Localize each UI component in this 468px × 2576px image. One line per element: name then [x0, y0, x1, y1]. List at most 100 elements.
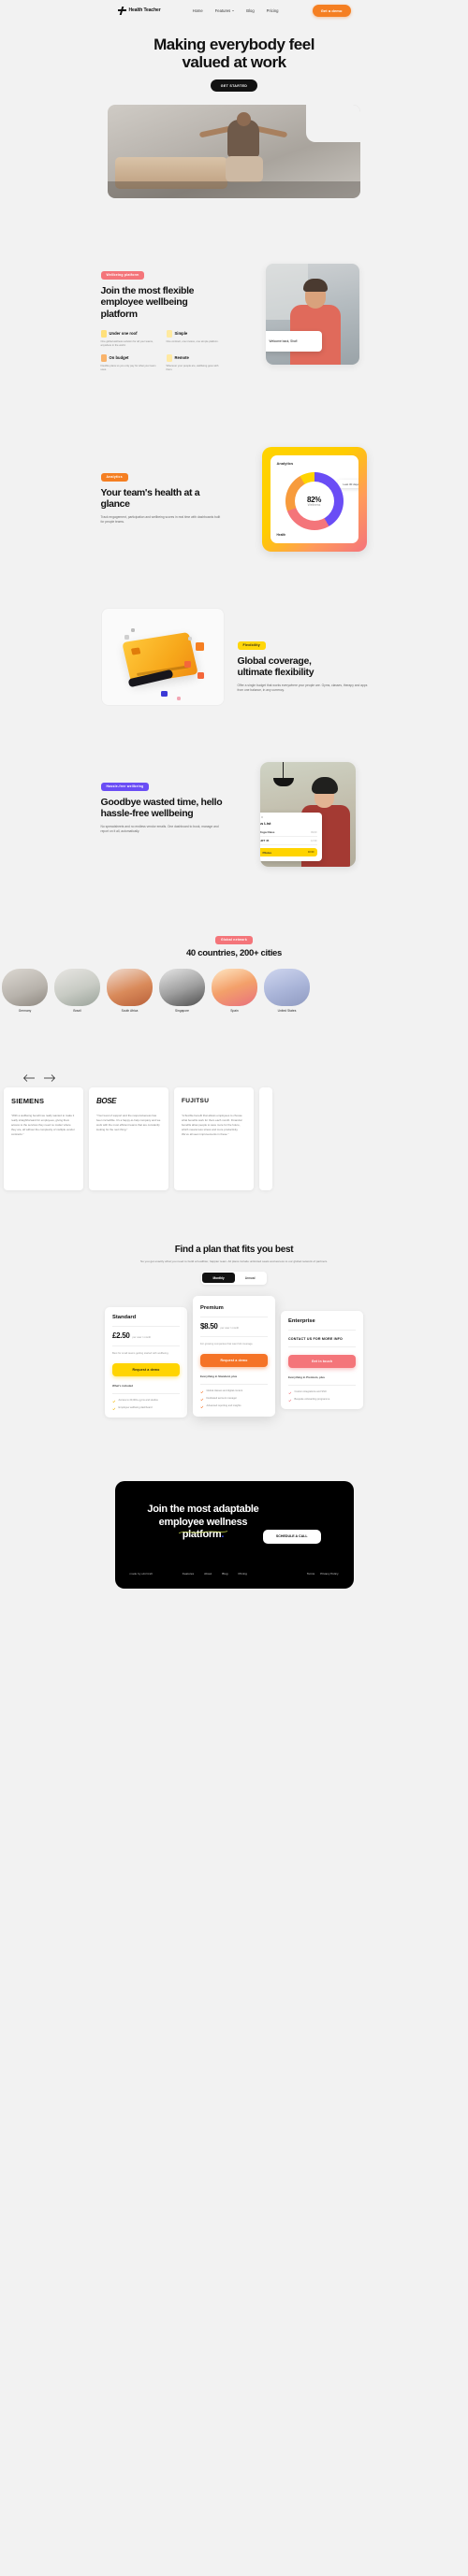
country-item[interactable]: United States: [264, 968, 310, 1013]
country-name: Singapore: [174, 1008, 190, 1013]
plan-feature-text: Bespoke onboarding programme: [294, 1398, 330, 1402]
country-photo: [54, 968, 100, 1006]
nav-item-home[interactable]: Home: [193, 8, 203, 13]
site-header: Health Teacher Home Features Blog Pricin…: [101, 0, 368, 21]
analytics-card-title: Analytics: [276, 461, 294, 467]
pricing-section: Find a plan that fits you best So you ge…: [0, 1245, 468, 1285]
nav-item-features[interactable]: Features: [215, 8, 235, 13]
footer-link-features[interactable]: Features: [183, 1572, 194, 1576]
footer-link-terms[interactable]: Terms: [307, 1572, 314, 1576]
analytics-body: Track engagement, participation and well…: [100, 514, 221, 525]
testimonial-card: FUJITSU "A flexible benefit that allows …: [174, 1087, 254, 1190]
plan-price-row: £2.50 per user / month: [112, 1331, 180, 1340]
analytics-card-footer: Health: [276, 533, 286, 538]
plan-includes-label: Everything in Premium, plus: [288, 1374, 326, 1379]
country-list: Germany Brazil South Africa Singapore Sp…: [0, 968, 468, 1013]
plan-feature-text: Access to 20,000+ gyms and studios: [118, 1399, 158, 1403]
footer-link-privacy[interactable]: Privacy Policy: [320, 1572, 338, 1576]
class-row-selected[interactable]: Pilates 18:00: [259, 848, 317, 857]
nav-item-blog[interactable]: Blog: [246, 8, 254, 13]
countries-title: 40 countries, 200+ cities: [185, 947, 283, 958]
toggle-monthly[interactable]: Monthly: [202, 1273, 235, 1284]
nav-label: Pricing: [266, 7, 279, 13]
class-row[interactable]: Yoga Class 09:00: [259, 828, 317, 838]
bookmark-icon: [166, 329, 172, 338]
hero-image-notch: [305, 105, 360, 143]
analytics-card: Analytics Last 30 days 82% Wellness Heal…: [261, 447, 367, 553]
country-item[interactable]: Brazil: [54, 968, 100, 1013]
billing-period-toggle[interactable]: Monthly Annual: [200, 1271, 268, 1285]
country-item[interactable]: South Africa: [107, 968, 153, 1013]
plan-cta-enterprise[interactable]: Get in touch: [288, 1354, 356, 1368]
nav-label: Blog: [246, 7, 255, 13]
plan-feature-text: Advanced reporting and insights: [206, 1404, 241, 1408]
country-name: South Africa: [121, 1008, 139, 1013]
divider: [112, 1392, 180, 1394]
company-logo: BOSE: [96, 1096, 161, 1107]
plan-cta-standard[interactable]: Request a demo: [112, 1362, 180, 1376]
class-time: 12:30: [311, 839, 317, 842]
brand-logo[interactable]: Health Teacher: [117, 7, 161, 15]
countries-badge: Global network: [215, 935, 253, 944]
flexibility-body: Offer a single budget that works everywh…: [237, 683, 368, 693]
country-item[interactable]: Singapore: [159, 968, 205, 1013]
class-list-title: Class List: [259, 821, 271, 827]
divider: [200, 1336, 268, 1337]
pricing-plans: Standard £2.50 per user / month Best for…: [0, 1295, 468, 1418]
carousel-prev-button[interactable]: [22, 1071, 36, 1082]
footer-link-blog[interactable]: Blog: [222, 1572, 227, 1576]
pricing-title: Find a plan that fits you best: [174, 1244, 294, 1255]
class-time: 09:00: [311, 830, 317, 834]
plan-feature: Employee wellbeing dashboard: [112, 1406, 180, 1411]
hassle-badge: Hassle-free wellbeing: [100, 782, 150, 791]
analytics-section: Analytics Your team's health at a glance…: [100, 447, 368, 553]
bookmark-icon: [100, 353, 107, 362]
country-item[interactable]: Germany: [2, 968, 48, 1013]
testimonial-peek-right: [259, 1087, 272, 1190]
get-demo-button[interactable]: Get a demo: [312, 4, 351, 17]
toggle-annual[interactable]: Annual: [235, 1273, 266, 1283]
nav-label: Home: [192, 7, 203, 13]
logo-text: SIEMENS: [11, 1097, 45, 1106]
company-logo: FUJITSU: [182, 1096, 246, 1107]
analytics-title: Your team's health at a glance: [100, 487, 200, 511]
divider: [288, 1384, 356, 1386]
feature-title: Remote: [174, 355, 189, 361]
plan-description: For growing companies that want full cov…: [200, 1342, 254, 1346]
lamp-wire-shape: [282, 762, 285, 780]
testimonial-card: SIEMENS "With a wellbeing benefit we rea…: [4, 1087, 83, 1190]
carousel-next-button[interactable]: [43, 1071, 56, 1082]
feature-body: One global wellness solution for all you…: [100, 339, 154, 348]
person-hair-shape: [311, 777, 338, 795]
get-started-button[interactable]: GET STARTED: [210, 79, 258, 93]
flexible-person-image: +80 Welcome back, Shaf!: [265, 264, 359, 366]
card-chip-shape: [130, 647, 140, 655]
plan-contact-text: CONTACT US FOR MORE INFO: [288, 1337, 344, 1342]
plan-price: £2.50: [112, 1331, 130, 1341]
plan-price-row: $8.50 per user / month: [200, 1322, 268, 1331]
window-dots: [260, 815, 317, 819]
footer-legal: Terms Privacy Policy: [307, 1572, 339, 1576]
final-cta-section: Join the most adaptable employee wellnes…: [114, 1481, 354, 1589]
schedule-call-button[interactable]: SCHEDULE A CALL: [262, 1529, 321, 1544]
country-name: United States: [277, 1008, 297, 1013]
plan-cta-premium[interactable]: Request a demo: [200, 1353, 268, 1367]
testimonial-quote: "With a wellbeing benefit we really want…: [11, 1113, 75, 1136]
plan-period: per user / month: [132, 1336, 152, 1340]
footer-credit: made by elmCraft: [129, 1571, 153, 1576]
country-item[interactable]: Spain: [212, 968, 257, 1013]
class-row[interactable]: HIIT 45 12:30: [259, 837, 317, 846]
check-icon: [112, 1407, 116, 1411]
plan-feature: Bespoke onboarding programme: [288, 1398, 356, 1402]
plan-name: Premium: [200, 1304, 224, 1311]
testimonial-carousel[interactable]: SIEMENS "With a wellbeing benefit we rea…: [0, 1087, 468, 1190]
plan-description: Best for small teams getting started wit…: [112, 1351, 169, 1355]
footer-nav: made by elmCraft Features About Blog Pri…: [115, 1572, 354, 1589]
divider: [200, 1383, 268, 1385]
nav-item-pricing[interactable]: Pricing: [267, 8, 279, 13]
person-head-shape: [236, 112, 251, 127]
flexible-section: Wellbeing platform Join the most flexibl…: [100, 264, 368, 372]
footer-link-pricing[interactable]: Pricing: [238, 1572, 246, 1576]
footer-link-about[interactable]: About: [204, 1572, 212, 1576]
flexibility-badge: Flexibility: [237, 640, 266, 650]
